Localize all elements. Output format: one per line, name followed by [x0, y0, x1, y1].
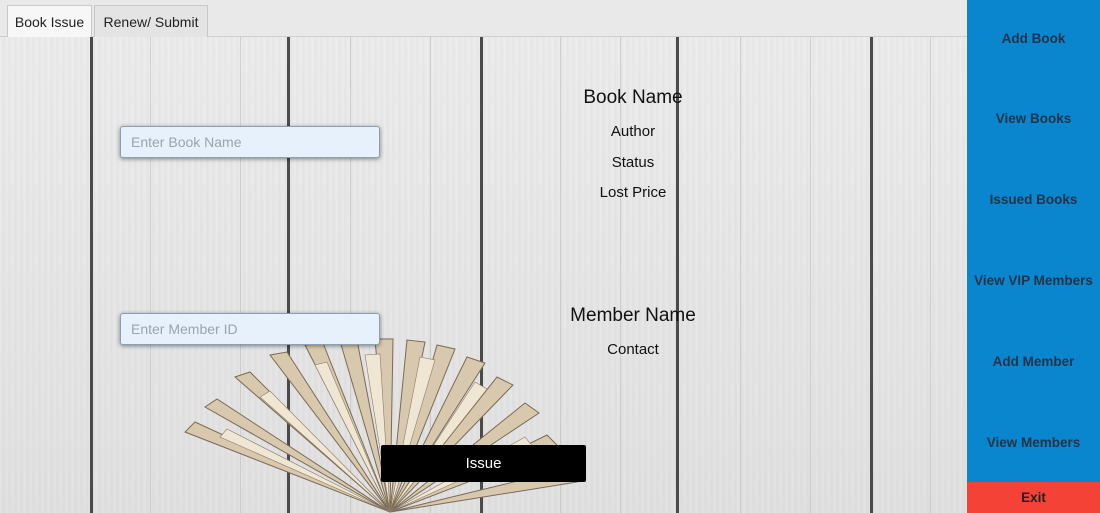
- exit-button[interactable]: Exit: [967, 482, 1100, 513]
- background-plank-divider: [90, 37, 93, 513]
- sidebar-item-label: Issued Books: [989, 191, 1078, 207]
- sidebar-item-view-vip-members[interactable]: View VIP Members: [967, 242, 1100, 318]
- tab-book-issue[interactable]: Book Issue: [7, 5, 92, 38]
- background-wood-grain: [150, 37, 151, 513]
- sidebar-item-view-books[interactable]: View Books: [967, 80, 1100, 156]
- book-author-label: Author: [610, 123, 656, 140]
- book-name-label: Book Name: [583, 87, 683, 108]
- background-wood-grain: [930, 37, 931, 513]
- member-id-input[interactable]: [120, 313, 380, 345]
- book-issue-panel: Book Name Author Status Lost Price Membe…: [0, 37, 967, 513]
- background-wood-grain: [810, 37, 811, 513]
- sidebar-item-label: Add Member: [992, 353, 1075, 369]
- sidebar-item-label: View Books: [995, 110, 1072, 126]
- sidebar-item-add-book[interactable]: Add Book: [967, 0, 1100, 76]
- background-plank-divider: [870, 37, 873, 513]
- open-book-image: [184, 338, 578, 513]
- sidebar-item-view-members[interactable]: View Members: [967, 404, 1100, 480]
- sidebar-item-label: View Members: [986, 434, 1081, 450]
- tab-bar: Book Issue Renew/ Submit: [0, 0, 967, 38]
- tab-renew-submit[interactable]: Renew/ Submit: [94, 5, 208, 37]
- sidebar-item-label: View VIP Members: [974, 272, 1093, 288]
- sidebar-menu: Add Book View Books Issued Books View VI…: [967, 0, 1100, 513]
- sidebar-item-label: Add Book: [1001, 30, 1066, 46]
- sidebar-item-issued-books[interactable]: Issued Books: [967, 161, 1100, 237]
- issue-button[interactable]: Issue: [381, 445, 586, 482]
- member-name-label: Member Name: [570, 305, 696, 326]
- sidebar-item-add-member[interactable]: Add Member: [967, 323, 1100, 399]
- book-lost-price-label: Lost Price: [599, 184, 667, 201]
- member-contact-label: Contact: [607, 341, 659, 358]
- book-name-input[interactable]: [120, 126, 380, 158]
- book-status-label: Status: [611, 154, 655, 171]
- background-wood-grain: [740, 37, 741, 513]
